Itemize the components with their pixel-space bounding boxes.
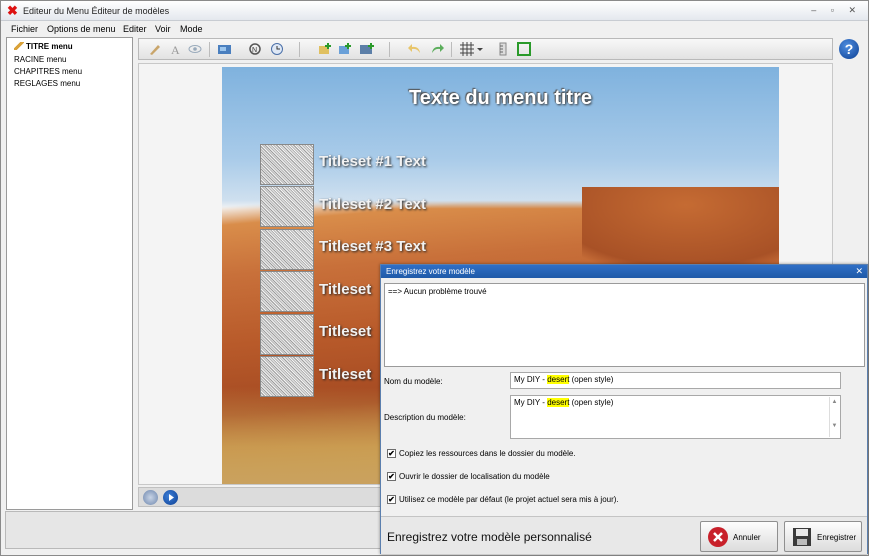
svg-text:A: A — [171, 43, 180, 56]
svg-text:N: N — [252, 47, 257, 54]
picture-edit-icon[interactable] — [217, 42, 233, 56]
window-title: Editeur du Menu Éditeur de modèles — [23, 6, 170, 16]
save-template-dialog: Enregistrez votre modèle ✕ ==> Aucun pro… — [380, 264, 868, 554]
open-folder-checkbox[interactable]: ✔ — [387, 472, 396, 481]
save-button[interactable]: Enregistrer — [784, 521, 862, 552]
default-template-label: Utilisez ce modèle par défaut (le projet… — [399, 495, 619, 504]
validation-log: ==> Aucun problème trouvé — [384, 283, 865, 367]
toolbar: A N — [138, 38, 833, 60]
titleset-text[interactable]: Titleset — [319, 323, 371, 340]
menu-voir[interactable]: Voir — [155, 24, 171, 34]
stop-icon[interactable] — [143, 490, 158, 505]
titleset-text[interactable]: Titleset — [319, 281, 371, 298]
menu-fichier[interactable]: Fichier — [11, 24, 38, 34]
titleset-text[interactable]: Titleset — [319, 366, 371, 383]
dialog-footer: Enregistrez votre modèle personnalisé An… — [381, 516, 867, 554]
titleset-text[interactable]: Titleset #1 Text — [319, 153, 426, 170]
footer-message: Enregistrez votre modèle personnalisé — [387, 530, 592, 544]
tree-item-titre[interactable]: TITRE menu — [14, 42, 73, 51]
menu-title-text[interactable]: Texte du menu titre — [222, 87, 779, 110]
audio-icon[interactable]: N — [247, 42, 263, 56]
titleset-text[interactable]: Titleset #2 Text — [319, 196, 426, 213]
tree-item-reglages[interactable]: REGLAGES menu — [14, 79, 80, 88]
status-bar — [5, 511, 383, 549]
add-picture-icon[interactable] — [337, 42, 353, 56]
default-template-checkbox[interactable]: ✔ — [387, 495, 396, 504]
help-button[interactable]: ? — [839, 39, 859, 59]
dialog-title: Enregistrez votre modèle — [386, 267, 475, 276]
ruler-icon[interactable] — [495, 42, 511, 56]
title-bar: ✖ Editeur du Menu Éditeur de modèles – ▫… — [1, 1, 868, 21]
timer-icon[interactable] — [269, 42, 285, 56]
text-icon[interactable]: A — [167, 42, 183, 56]
titleset-thumbnail[interactable] — [260, 229, 314, 270]
copy-resources-checkbox[interactable]: ✔ — [387, 449, 396, 458]
cancel-button-label: Annuler — [733, 533, 761, 542]
template-description-label: Description du modèle: — [384, 413, 466, 422]
menu-options-de-menu[interactable]: Options de menu — [47, 24, 116, 34]
app-logo-icon: ✖ — [7, 3, 18, 18]
dialog-title-bar: Enregistrez votre modèle ✕ — [381, 265, 867, 278]
tree-item-racine[interactable]: RACINE menu — [14, 55, 66, 64]
titleset-thumbnail[interactable] — [260, 314, 314, 355]
titleset-text[interactable]: Titleset #3 Text — [319, 238, 426, 255]
playback-bar — [138, 487, 383, 507]
textarea-scrollbar[interactable]: ▲ ▼ — [829, 397, 839, 437]
redo-icon[interactable] — [429, 42, 445, 56]
save-button-label: Enregistrer — [817, 533, 857, 542]
brush-icon[interactable] — [147, 42, 163, 56]
toolbar-separator — [299, 42, 300, 57]
window-controls[interactable]: – ▫ ✕ — [811, 5, 862, 16]
menu-bar: Fichier Options de menu Editer Voir Mode — [1, 22, 868, 37]
cancel-button[interactable]: Annuler — [700, 521, 778, 552]
add-video-icon[interactable] — [359, 42, 375, 56]
tree-item-chapitres[interactable]: CHAPITRES menu — [14, 67, 82, 76]
save-icon — [793, 528, 811, 546]
grid-icon[interactable] — [459, 42, 475, 56]
open-folder-label: Ouvrir le dossier de localisation du mod… — [399, 472, 550, 481]
copy-resources-label: Copiez les ressources dans le dossier du… — [399, 449, 576, 458]
toolbar-separator — [389, 42, 390, 57]
titleset-thumbnail[interactable] — [260, 186, 314, 227]
eye-icon[interactable] — [187, 42, 203, 56]
toolbar-separator — [209, 42, 210, 57]
menu-editer[interactable]: Editer — [123, 24, 147, 34]
chevron-down-icon[interactable] — [476, 42, 484, 56]
play-icon[interactable] — [163, 490, 178, 505]
template-description-textarea[interactable]: My DIY - desert (open style) ▲ ▼ — [510, 395, 841, 439]
titleset-thumbnail[interactable] — [260, 271, 314, 312]
add-button-icon[interactable] — [317, 42, 333, 56]
titleset-thumbnail[interactable] — [260, 144, 314, 185]
toolbar-separator — [451, 42, 452, 57]
main-window: ✖ Editeur du Menu Éditeur de modèles – ▫… — [0, 0, 869, 556]
safe-area-icon[interactable] — [516, 42, 532, 56]
cancel-icon — [708, 527, 728, 547]
titleset-thumbnail[interactable] — [260, 356, 314, 397]
close-icon[interactable]: ✕ — [855, 266, 863, 277]
template-name-label: Nom du modèle: — [384, 377, 443, 386]
menu-mode[interactable]: Mode — [180, 24, 203, 34]
undo-icon[interactable] — [407, 42, 423, 56]
template-name-input[interactable]: My DIY - desert (open style) — [510, 372, 841, 389]
pencil-icon — [14, 42, 24, 50]
menu-tree-panel: TITRE menu RACINE menu CHAPITRES menu RE… — [6, 37, 133, 510]
